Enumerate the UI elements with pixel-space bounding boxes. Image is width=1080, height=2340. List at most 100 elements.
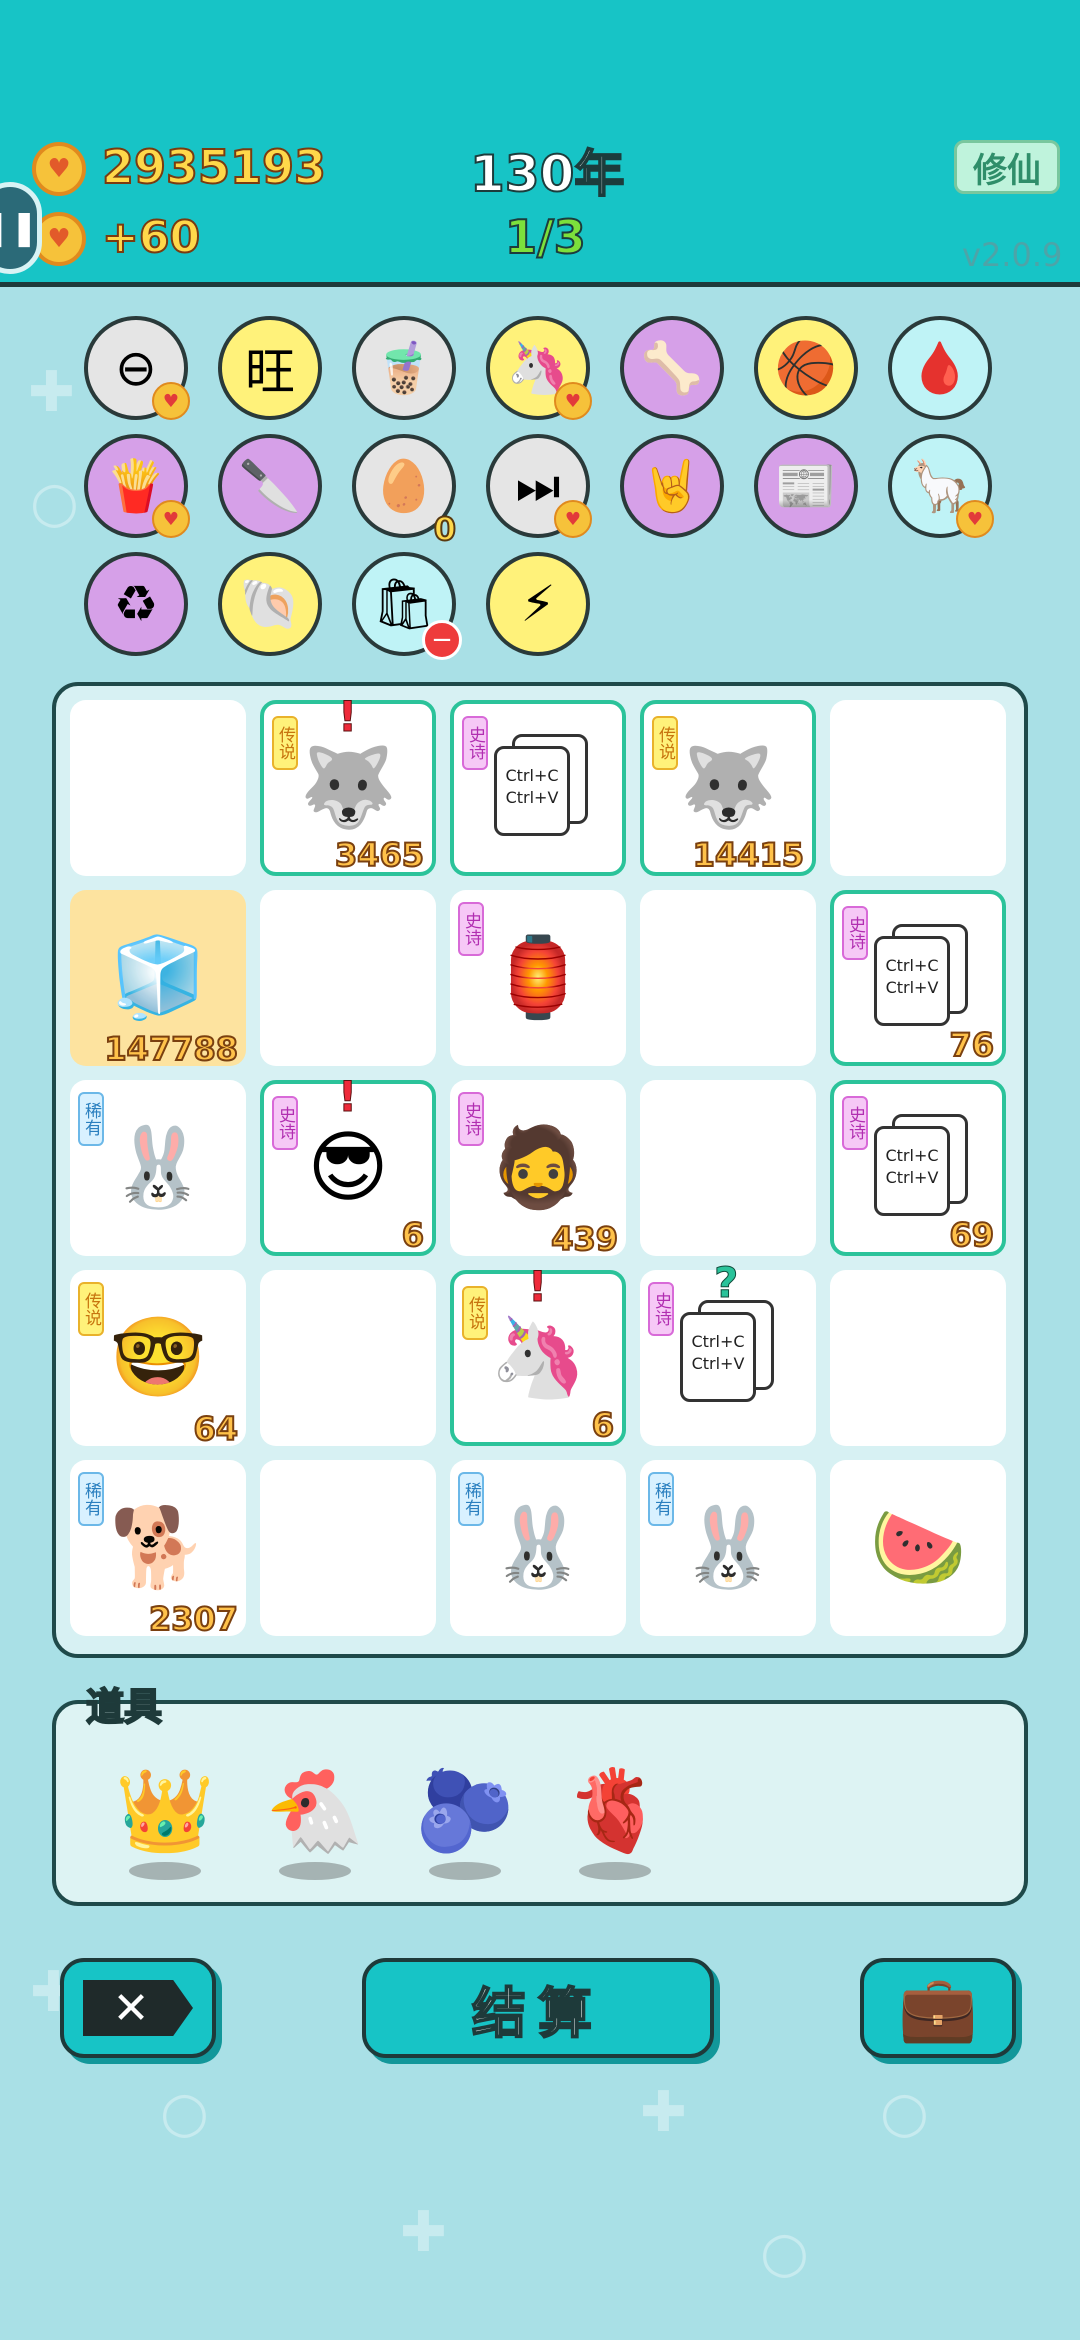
recycle-icon[interactable]: ♻ <box>84 552 188 656</box>
rarity-tag: 史诗 <box>842 906 868 960</box>
ctrl-c-text: Ctrl+C <box>505 766 559 785</box>
coin-icon: ♥ <box>32 142 86 196</box>
copy-paste-card-icon: Ctrl+C Ctrl+V <box>874 1114 974 1222</box>
lightning-icon[interactable]: ⚡ <box>486 552 590 656</box>
board-cell[interactable]: 🏮 史诗 <box>450 890 626 1066</box>
board-cell[interactable] <box>830 1270 1006 1446</box>
question-mark-icon: ? <box>713 1258 739 1308</box>
copy-paste-card-icon: Ctrl+C Ctrl+V <box>680 1300 780 1408</box>
crown-prop-icon[interactable]: 👑 <box>110 1756 220 1866</box>
egg-tray-icon[interactable]: 🥚 0 <box>352 434 457 549</box>
board-cell[interactable]: 🐺 传说 3465! <box>260 692 436 876</box>
bg-ring: ○ <box>760 2220 809 2285</box>
income-rate: +60 <box>101 211 201 264</box>
board-cell[interactable]: Ctrl+C Ctrl+V 史诗? <box>640 1258 816 1446</box>
alert-mark-icon: ! <box>527 1262 548 1312</box>
dog-bowl-icon[interactable]: 🦴 <box>620 316 724 420</box>
item-value: 6 <box>591 1405 615 1445</box>
rarity-tag: 稀有 <box>648 1472 674 1526</box>
copy-paste-card-icon: Ctrl+C Ctrl+V <box>494 734 594 842</box>
top-bar: ♥ 2935193 ♥ +60 130年 1/3 修仙 v2.0.9 <box>0 0 1080 287</box>
board-cell[interactable] <box>260 1270 436 1446</box>
cleaver-icon[interactable]: 🔪 <box>218 434 322 538</box>
minus-badge-icon: − <box>422 620 462 660</box>
board-cell[interactable]: 🐕 稀有 2307 <box>70 1460 246 1639</box>
alpacas-icon[interactable]: 🦙 ♥ <box>888 434 994 538</box>
rarity-tag: 传说 <box>652 716 678 770</box>
bubble-tea-icon[interactable]: 🧋 <box>352 316 456 420</box>
board-cell[interactable]: 🐰 稀有 <box>450 1460 626 1636</box>
props-label: 道具 <box>85 1684 163 1730</box>
rarity-tag: 稀有 <box>78 1092 104 1146</box>
chicken-prop-icon[interactable]: 🐔 <box>260 1756 370 1866</box>
rarity-tag: 史诗 <box>842 1096 868 1150</box>
board-cell[interactable] <box>640 1080 816 1256</box>
time-magazine-glyph: 📰 <box>774 456 838 515</box>
shell-icon[interactable]: 🐚 <box>218 552 322 656</box>
rarity-tag: 史诗 <box>458 1092 484 1146</box>
close-button[interactable]: ✕ <box>60 1958 216 2058</box>
bubble-tea-glyph: 🧋 <box>372 338 436 397</box>
blueberry-prop-icon[interactable]: 🫐 <box>410 1756 520 1866</box>
rarity-tag: 传说 <box>462 1286 488 1340</box>
board-cell[interactable] <box>640 890 816 1066</box>
board-cell[interactable]: Ctrl+C Ctrl+V 史诗 76 <box>830 890 1006 1066</box>
prop-shadow <box>579 1862 651 1880</box>
garbage-bag-icon[interactable]: 🛍 − <box>352 552 462 660</box>
cleaver-glyph: 🔪 <box>238 456 302 515</box>
item-value: 6 <box>401 1215 425 1255</box>
no-entry-glyph: ⊖ <box>115 339 157 397</box>
item-value: 2307 <box>148 1599 239 1639</box>
board-cell[interactable]: 🐰 稀有 <box>640 1460 816 1636</box>
liver-prop-icon[interactable]: 🫀 <box>560 1756 670 1866</box>
egg-tray-glyph: 🥚 <box>372 456 436 515</box>
board-cell[interactable]: 🍉 <box>830 1460 1006 1636</box>
board-cell[interactable]: 🧊 147788 <box>70 890 246 1069</box>
time-magazine-icon[interactable]: 📰 <box>754 434 858 538</box>
heart-badge-icon: ♥ <box>554 382 592 420</box>
lightning-glyph: ⚡ <box>520 575 556 633</box>
bag-button[interactable]: 💼 <box>860 1958 1016 2058</box>
rock-hand-icon[interactable]: 🤘 <box>620 434 724 538</box>
wang-dice-icon[interactable]: 旺 <box>218 316 322 420</box>
board-cell[interactable]: 🧔 史诗 439 <box>450 1080 626 1259</box>
rarity-tag: 稀有 <box>78 1472 104 1526</box>
rarity-tag: 稀有 <box>458 1472 484 1526</box>
mode-button[interactable]: 修仙 <box>954 140 1060 194</box>
skip-icon[interactable]: ⏭ ♥ <box>486 434 592 538</box>
skip-glyph: ⏭ <box>515 456 561 515</box>
settle-button[interactable]: 结算 <box>362 1958 714 2058</box>
prop-shadow <box>129 1862 201 1880</box>
rarity-tag: 史诗 <box>458 902 484 956</box>
rock-hand-glyph: 🤘 <box>640 456 704 515</box>
ctrl-c-text: Ctrl+C <box>691 1332 745 1351</box>
board-cell[interactable] <box>260 1460 436 1636</box>
board-cell[interactable] <box>830 700 1006 876</box>
side-drawer-handle[interactable]: ❚❚ <box>0 182 42 274</box>
item-value: 439 <box>550 1219 619 1259</box>
item-value: 64 <box>192 1409 239 1449</box>
progress-counter: 1/3 <box>504 209 587 265</box>
blood-bag-icon[interactable]: 🩸 <box>888 316 992 420</box>
bg-plus: ✚ <box>28 360 75 425</box>
board-cell[interactable] <box>260 890 436 1066</box>
bg-plus: ✚ <box>640 2080 687 2145</box>
board-cell[interactable]: 🦄 传说 6! <box>450 1262 626 1446</box>
ctrl-v-text: Ctrl+V <box>885 978 939 997</box>
board-cell[interactable] <box>70 700 246 876</box>
fries-icon[interactable]: 🍟 ♥ <box>84 434 190 538</box>
rarity-tag: 传说 <box>272 716 298 770</box>
board-cell[interactable]: 🐺 传说 14415 <box>640 700 816 876</box>
board-cell[interactable]: Ctrl+C Ctrl+V 史诗 <box>450 700 626 876</box>
unicorn-icon[interactable]: 🦄 ♥ <box>486 316 592 420</box>
board-cell[interactable]: 😎 史诗 6! <box>260 1072 436 1256</box>
rarity-tag: 传说 <box>78 1282 104 1336</box>
board-cell[interactable]: Ctrl+C Ctrl+V 史诗 69 <box>830 1080 1006 1256</box>
no-entry-icon[interactable]: ⊖ ♥ <box>84 316 190 420</box>
board-cell[interactable]: 🐰 稀有 <box>70 1080 246 1256</box>
basketballs-icon[interactable]: 🏀 <box>754 316 858 420</box>
item-value: 69 <box>948 1215 995 1255</box>
ctrl-c-text: Ctrl+C <box>885 1146 939 1165</box>
board-cell[interactable]: 🤓 传说 64 <box>70 1270 246 1449</box>
bg-ring: ○ <box>160 2080 209 2145</box>
